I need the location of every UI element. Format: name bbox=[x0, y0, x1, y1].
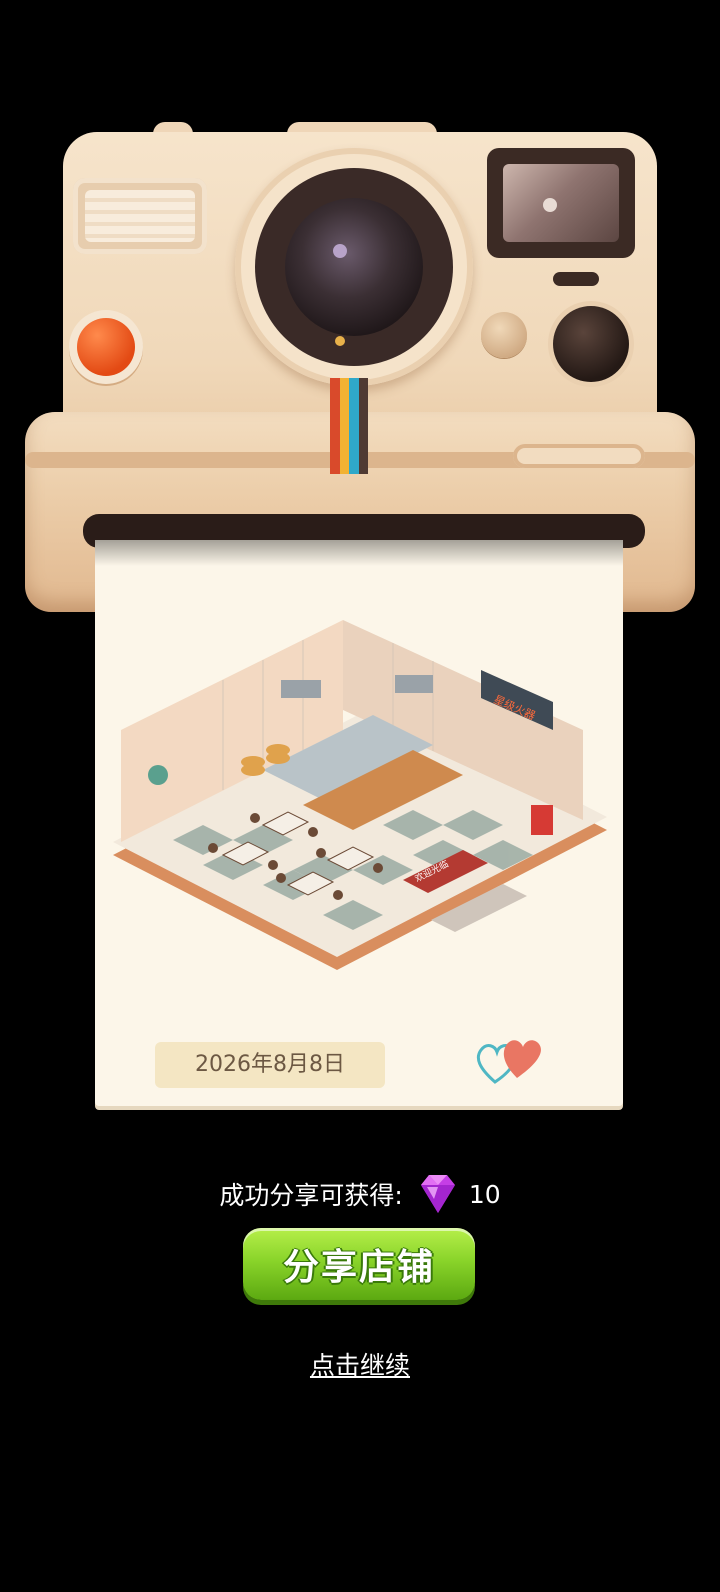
range-hood-left bbox=[281, 680, 321, 698]
stripe-brown bbox=[358, 378, 368, 474]
gem-icon bbox=[420, 1175, 455, 1213]
camera-knob-dark bbox=[553, 306, 629, 382]
stripe-yellow bbox=[339, 378, 349, 474]
stripe-blue bbox=[349, 378, 359, 474]
camera-knob-light bbox=[481, 312, 527, 358]
camera-illustration bbox=[25, 122, 695, 612]
stripe-red bbox=[330, 378, 340, 474]
hearts-icon bbox=[476, 1040, 541, 1084]
share-shop-button[interactable]: 分享店铺 bbox=[243, 1228, 475, 1300]
continue-link[interactable]: 点击继续 bbox=[0, 1346, 720, 1382]
lens-glint bbox=[333, 244, 347, 258]
wall-clock-icon bbox=[148, 765, 168, 785]
rainbow-stripe bbox=[330, 378, 368, 474]
viewfinder-icon bbox=[487, 148, 635, 258]
lens-indicator-dot bbox=[335, 336, 345, 346]
range-hood-right bbox=[395, 675, 433, 693]
shop-scene-image: 星级火器 欢迎光临 bbox=[113, 620, 607, 970]
lens-icon bbox=[235, 148, 473, 386]
red-cabinet bbox=[531, 805, 553, 835]
photo-slot-shadow bbox=[95, 540, 623, 566]
lens-glass bbox=[285, 198, 423, 336]
photo-print: 星级火器 欢迎光临 2026年8月8日 bbox=[95, 540, 623, 1106]
photo-date: 2026年8月8日 bbox=[155, 1042, 385, 1088]
flash-icon bbox=[73, 178, 207, 254]
reward-amount: 10 bbox=[468, 1179, 501, 1209]
share-shop-button-label: 分享店铺 bbox=[282, 1247, 435, 1288]
share-screen: 星级火器 欢迎光临 2026年8月8日 成功分享可获得: 10 分享店铺 点击继… bbox=[0, 0, 720, 1592]
lens-ring bbox=[255, 168, 453, 366]
shutter-button-face bbox=[77, 318, 135, 376]
camera-side-slider bbox=[513, 444, 645, 468]
viewfinder-glass bbox=[503, 164, 619, 242]
flash-window bbox=[85, 190, 195, 242]
viewfinder-glint bbox=[543, 198, 557, 212]
reward-text: 成功分享可获得: bbox=[219, 1181, 403, 1210]
camera-slot-small bbox=[553, 272, 599, 286]
shutter-button-icon bbox=[69, 310, 143, 384]
share-reward-row: 成功分享可获得: 10 bbox=[0, 1166, 720, 1222]
